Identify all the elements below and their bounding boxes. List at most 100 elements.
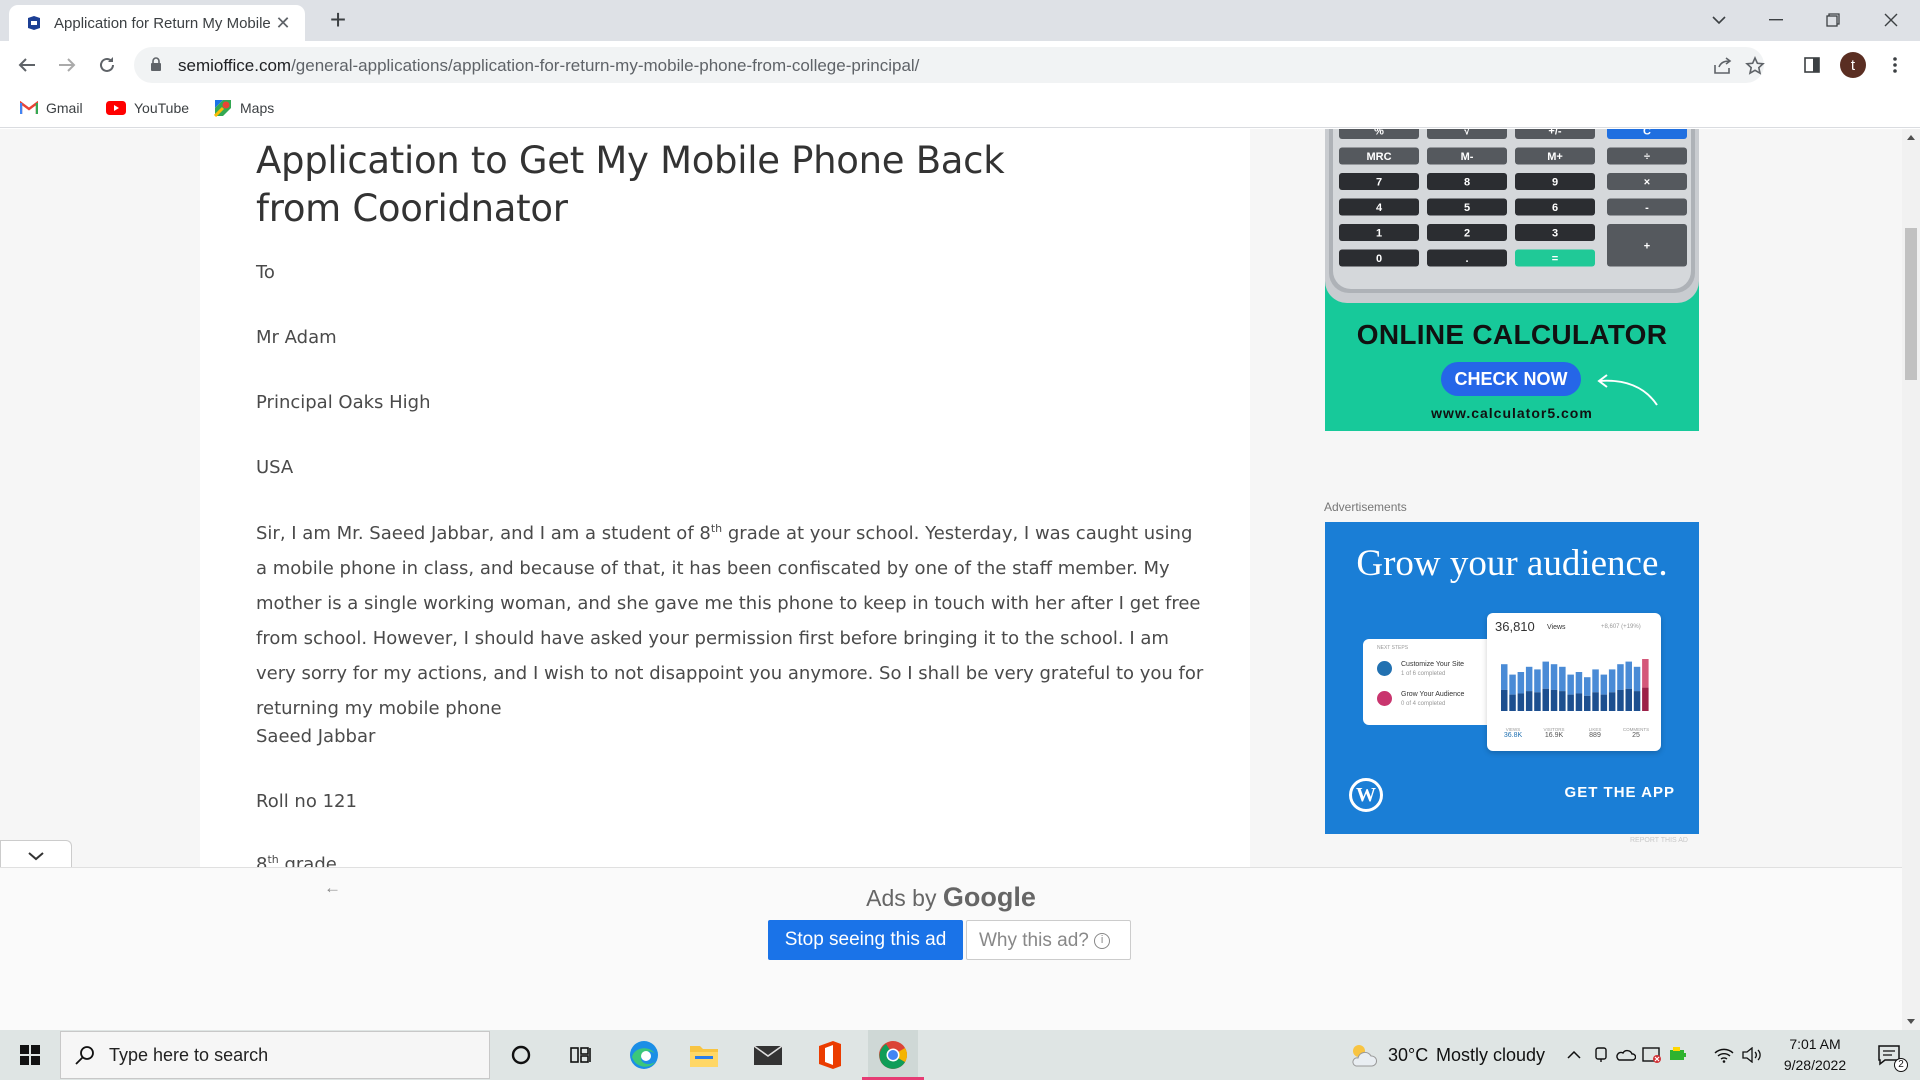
views-bar [1534, 669, 1541, 693]
ads-by-label: Ads by [866, 885, 937, 911]
share-icon[interactable] [1712, 55, 1734, 77]
edge-icon[interactable] [620, 1030, 668, 1080]
address-line-title: Principal Oaks High [256, 392, 431, 413]
minimize-button[interactable] [1747, 0, 1805, 40]
close-window-button[interactable] [1862, 0, 1920, 40]
wordpress-ad[interactable]: Grow your audience. NEXT STEPS Customize… [1325, 522, 1699, 834]
task-view-icon[interactable] [560, 1030, 602, 1080]
step2-sub: 0 of 4 completed [1401, 701, 1446, 707]
calc-key: . [1427, 249, 1507, 267]
start-button[interactable] [0, 1030, 60, 1080]
lock-icon[interactable] [150, 57, 162, 77]
menu-kebab-icon[interactable] [1880, 50, 1910, 80]
bookmark-maps[interactable]: Maps [214, 96, 274, 120]
views-bar [1559, 666, 1566, 692]
restore-button[interactable] [1804, 0, 1862, 40]
scroll-down-icon[interactable] [1902, 1013, 1920, 1030]
grade-word: grade [278, 854, 337, 867]
svg-text:√: √ [1464, 129, 1471, 138]
bookmark-youtube[interactable]: YouTube [106, 96, 189, 120]
system-clock[interactable]: 7:01 AM 9/28/2022 [1770, 1034, 1860, 1076]
notification-center-icon[interactable]: 2 [1866, 1030, 1912, 1080]
reload-button[interactable] [92, 50, 122, 80]
profile-avatar[interactable]: t [1840, 52, 1866, 78]
chrome-taskbar-icon[interactable] [868, 1030, 918, 1080]
svg-text:+/-: +/- [1548, 129, 1561, 138]
weather-description[interactable]: Mostly cloudy [1436, 1045, 1545, 1066]
volume-icon[interactable] [1738, 1030, 1766, 1080]
address-bar[interactable]: semioffice.com/general-applications/appl… [134, 47, 1766, 83]
close-tab-icon[interactable]: ✕ [273, 13, 293, 34]
office-icon[interactable] [806, 1030, 854, 1080]
google-wordmark: Google [942, 882, 1036, 912]
visitors-bar [1517, 693, 1525, 711]
stop-seeing-ad-button[interactable]: Stop seeing this ad [768, 920, 963, 960]
side-panel-icon[interactable] [1797, 50, 1827, 80]
new-tab-button[interactable]: + [324, 6, 352, 35]
roll-number: Roll no 121 [256, 791, 357, 812]
stat-value: 889 [1589, 732, 1601, 739]
step1-sub: 1 of 6 completed [1401, 671, 1446, 677]
svg-text:0: 0 [1376, 253, 1382, 265]
calc-key: √ [1427, 129, 1507, 139]
calc-key: 4 [1339, 198, 1419, 216]
url-text[interactable]: semioffice.com/general-applications/appl… [178, 56, 919, 76]
scroll-thumb[interactable] [1905, 228, 1917, 380]
wp-ad-headline: Grow your audience. [1356, 543, 1668, 584]
bookmark-star-icon[interactable] [1744, 55, 1766, 77]
views-bar [1592, 669, 1599, 693]
bookmark-gmail[interactable]: Gmail [20, 96, 83, 120]
why-this-ad-button[interactable]: Why this ad? i [966, 920, 1131, 960]
weather-icon[interactable] [1346, 1030, 1380, 1080]
file-explorer-icon[interactable] [680, 1030, 728, 1080]
page-viewport: Application to Get My Mobile Phone Back … [0, 129, 1902, 867]
meet-now-icon[interactable] [1590, 1030, 1612, 1080]
scroll-up-icon[interactable] [1902, 129, 1920, 146]
visitors-bar [1534, 692, 1541, 711]
stat-value: 36.8K [1503, 732, 1523, 739]
weather-temperature[interactable]: 30°C [1388, 1045, 1428, 1066]
body-superscript: th [710, 522, 723, 535]
tab-title: Application for Return My Mobile Phone f… [54, 14, 272, 32]
forward-button[interactable] [52, 50, 82, 80]
battery-charge-icon[interactable] [1666, 1030, 1690, 1080]
grade-number: 8 [256, 854, 268, 867]
taskbar-search[interactable]: Type here to search [60, 1031, 490, 1079]
calculator-ad[interactable]: % √ +/- C MRC M- M+ ÷ 7 8 9 × 4 5 6 - 1 2 3 +0. = ONLINE CAL… [1325, 129, 1699, 431]
why-this-ad-label: Why this ad? [979, 930, 1089, 951]
visitors-bar [1567, 694, 1574, 711]
browser-tab-active[interactable]: Application for Return My Mobile Phone f… [9, 5, 305, 41]
bookmark-label: Gmail [46, 100, 83, 116]
address-line-name: Mr Adam [256, 327, 337, 348]
wifi-icon[interactable] [1712, 1030, 1736, 1080]
calc-key: 1 [1339, 224, 1419, 241]
gmail-icon [20, 101, 38, 115]
report-ad-link[interactable]: REPORT THIS AD [1630, 837, 1688, 844]
tab-search-icon[interactable] [1690, 0, 1748, 40]
visitors-bar [1608, 692, 1616, 711]
address-line-country: USA [256, 457, 294, 478]
stat-cell: LIKES 889 [1575, 727, 1615, 739]
signature-name: Saeed Jabbar [256, 726, 376, 747]
stats-row: VIEWS 36.8K VISITORS 16.9K LIKES 889 COMMENTS 2… [1493, 727, 1657, 747]
visitors-bar [1584, 695, 1591, 711]
cortana-icon[interactable] [500, 1030, 542, 1080]
check-now-button[interactable]: CHECK NOW [1441, 362, 1581, 396]
page-scrollbar[interactable] [1902, 129, 1920, 1030]
search-placeholder: Type here to search [109, 1044, 269, 1065]
collapse-ad-button[interactable] [0, 840, 72, 870]
visitors-bar [1501, 689, 1508, 711]
mail-icon[interactable] [744, 1030, 792, 1080]
svg-text:5: 5 [1464, 202, 1470, 214]
body-rest: grade at your school. Yesterday, I was c… [256, 523, 1204, 719]
visitors-bar [1617, 689, 1624, 711]
site-favicon-icon [25, 15, 42, 32]
onedrive-icon[interactable] [1614, 1030, 1638, 1080]
svg-text:.: . [1465, 253, 1468, 265]
get-the-app-button[interactable]: GET THE APP [1565, 784, 1675, 801]
show-hidden-icons-icon[interactable] [1562, 1030, 1586, 1080]
back-button[interactable] [12, 50, 42, 80]
body-prefix: Sir, I am Mr. Saeed Jabbar, and I am a s… [256, 523, 711, 544]
calc-key: 9 [1515, 173, 1595, 190]
security-icon[interactable] [1640, 1030, 1664, 1080]
